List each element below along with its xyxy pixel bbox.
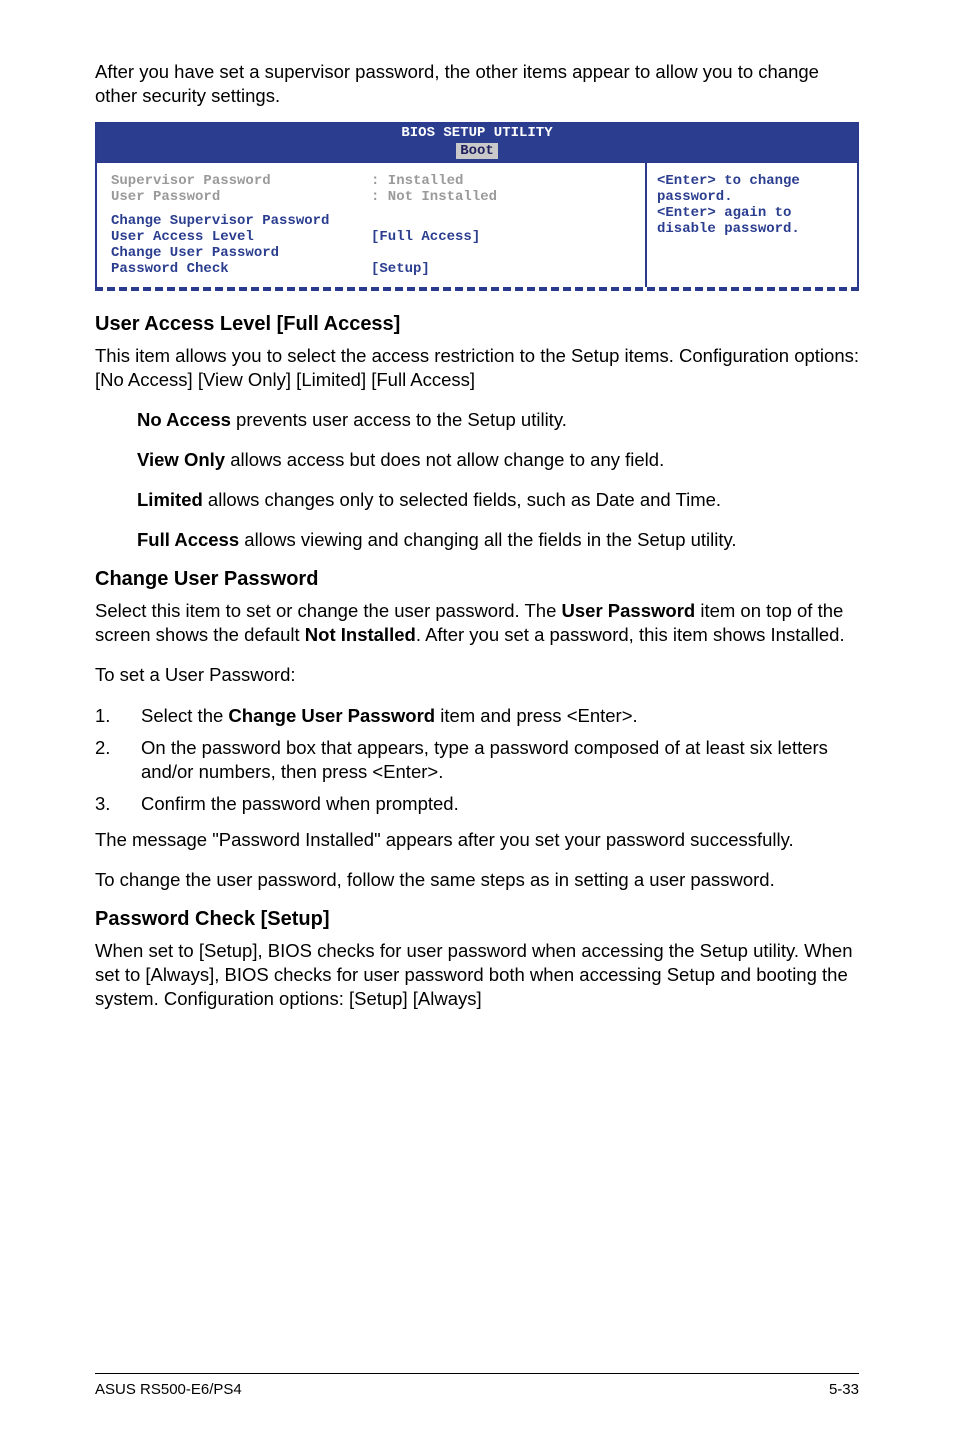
footer-right: 5-33 [829,1381,859,1398]
opt-full-access-text: allows viewing and changing all the fiel… [239,529,736,550]
bios-left-pane: Supervisor Password : Installed User Pas… [97,161,647,287]
opt-limited-label: Limited [137,489,203,510]
password-check-value: [Setup] [371,261,430,277]
user-password-row: User Password : Not Installed [111,189,631,205]
help-line-4: disable password. [657,221,847,237]
help-line-3: <Enter> again to [657,205,847,221]
supervisor-password-value: : Installed [371,173,463,189]
change-user-password-description: Select this item to set or change the us… [95,599,859,647]
opt-no-access-label: No Access [137,409,231,430]
user-access-level-description: This item allows you to select the acces… [95,344,859,392]
bios-tab-row: Boot [97,141,857,161]
password-check-row: Password Check [Setup] [111,261,631,277]
bios-bottom-border [95,287,859,291]
bios-right-pane: <Enter> to change password. <Enter> agai… [647,161,857,287]
cup-b2: Not Installed [305,624,416,645]
step-1-pre: Select the [141,705,228,726]
supervisor-password-label: Supervisor Password [111,173,371,189]
change-user-password-item: Change User Password [111,245,631,261]
change-user-password-heading: Change User Password [95,568,859,591]
help-line-2: password. [657,189,847,205]
to-set-label: To set a User Password: [95,663,859,687]
user-password-value: : Not Installed [371,189,497,205]
intro-paragraph: After you have set a supervisor password… [95,60,859,108]
user-access-level-value: [Full Access] [371,229,480,245]
opt-view-only-text: allows access but does not allow change … [225,449,664,470]
opt-limited-text: allows changes only to selected fields, … [203,489,721,510]
bios-tab-boot: Boot [456,143,498,159]
password-check-label: Password Check [111,261,371,277]
opt-limited: Limited allows changes only to selected … [137,488,859,512]
page-footer: ASUS RS500-E6/PS4 5-33 [95,1373,859,1398]
steps-list: Select the Change User Password item and… [95,704,859,816]
step-1-bold: Change User Password [228,705,435,726]
step-1: Select the Change User Password item and… [95,704,859,728]
change-password-note: To change the user password, follow the … [95,868,859,892]
user-access-level-label: User Access Level [111,229,371,245]
user-password-label: User Password [111,189,371,205]
change-supervisor-password-item: Change Supervisor Password [111,213,631,229]
footer-left: ASUS RS500-E6/PS4 [95,1381,242,1398]
opt-no-access-text: prevents user access to the Setup utilit… [231,409,567,430]
supervisor-password-row: Supervisor Password : Installed [111,173,631,189]
step-2: On the password box that appears, type a… [95,736,859,784]
password-installed-msg: The message "Password Installed" appears… [95,828,859,852]
opt-view-only: View Only allows access but does not all… [137,448,859,472]
help-line-1: <Enter> to change [657,173,847,189]
bios-title: BIOS SETUP UTILITY [97,124,857,141]
opt-full-access: Full Access allows viewing and changing … [137,528,859,552]
cup-b1: User Password [562,600,696,621]
step-3: Confirm the password when prompted. [95,792,859,816]
opt-full-access-label: Full Access [137,529,239,550]
cup-post: . After you set a password, this item sh… [416,624,845,645]
user-access-level-heading: User Access Level [Full Access] [95,313,859,336]
step-1-post: item and press <Enter>. [435,705,638,726]
cup-pre: Select this item to set or change the us… [95,600,562,621]
bios-body: Supervisor Password : Installed User Pas… [97,161,857,287]
password-check-heading: Password Check [Setup] [95,908,859,931]
bios-panel: BIOS SETUP UTILITY Boot Supervisor Passw… [95,122,859,287]
opt-no-access: No Access prevents user access to the Se… [137,408,859,432]
password-check-description: When set to [Setup], BIOS checks for use… [95,939,859,1011]
opt-view-only-label: View Only [137,449,225,470]
user-access-level-row: User Access Level [Full Access] [111,229,631,245]
